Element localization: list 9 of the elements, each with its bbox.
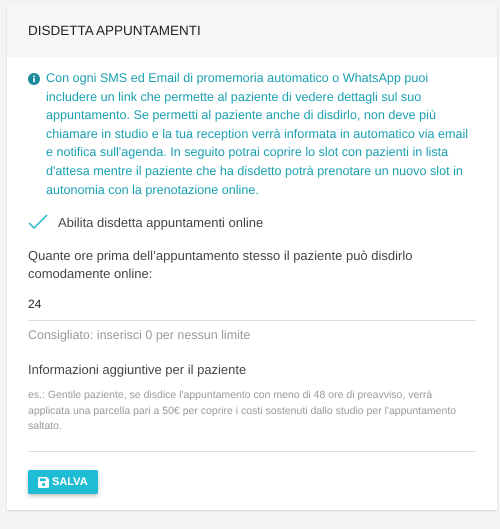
field-hint: Consigliato: inserisci 0 per nessun limite <box>28 328 252 342</box>
card-title: DISDETTA APPUNTAMENTI <box>28 23 201 38</box>
info-text: Con ogni SMS ed Email di promemoria automatico o WhatsApp puoi includere un link che permette al paziente di vedere dettagli sul suo appuntamento. Se permetti al paziente anche di disdirlo, non deve più chiamare in studio e la tua reception verrà informata in automatico via email e notifica sull'agenda. In seguito potrai coprire lo slot con pazienti in lista d'attesa mentre il paziente che ha disdetto potrà prenotare un nuovo slot in autonomia con la prenotazione online. <box>46 70 470 199</box>
checkbox-label: Abilita disdetta appuntamenti online <box>58 214 264 230</box>
save-icon <box>38 476 49 488</box>
field-label: Informazioni aggiuntive per il paziente <box>28 362 248 378</box>
checkbox[interactable] <box>28 214 48 230</box>
info-icon <box>28 73 40 85</box>
field-label: Quante ore prima dell’appuntamento stesso il paziente può disdirlo comodamente online: <box>28 247 414 284</box>
